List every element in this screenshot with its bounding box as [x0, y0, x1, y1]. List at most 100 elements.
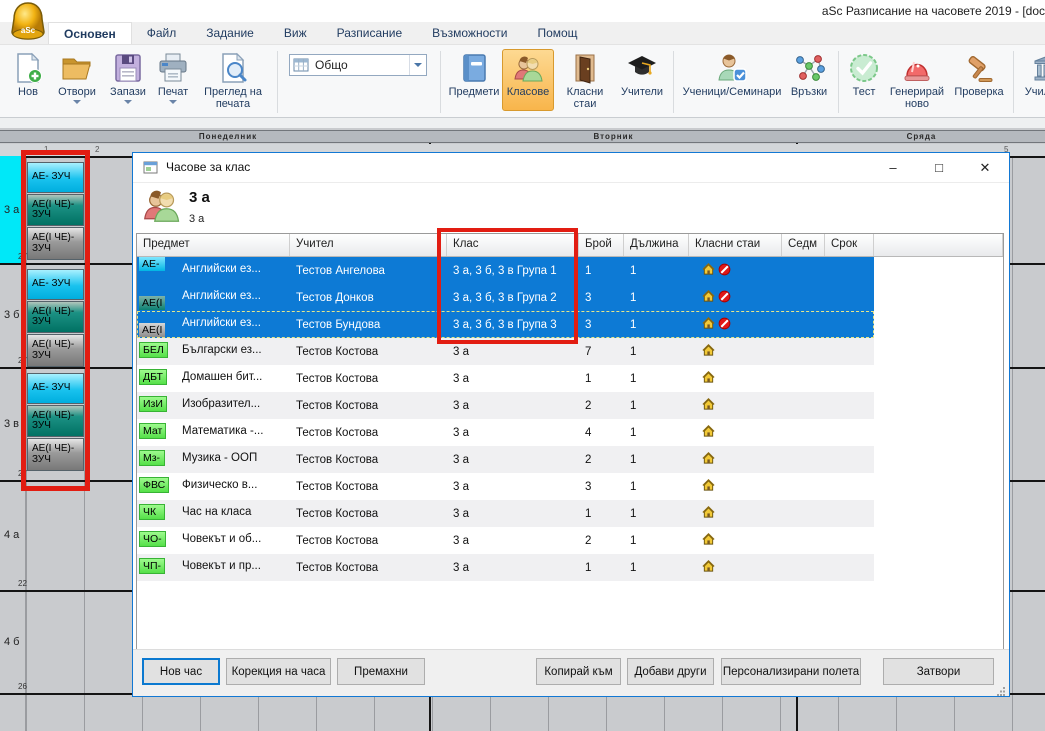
view-combobox[interactable]: Общо	[289, 54, 427, 76]
dialog-window-icon	[143, 160, 159, 176]
maximize-button[interactable]: □	[916, 153, 962, 182]
open-folder-icon	[61, 52, 93, 84]
forbidden-icon	[718, 263, 731, 279]
teacher-cell: Тестов Костова	[290, 535, 447, 547]
app-window: aSc Разписание на часовете 2019 - [doc a…	[0, 0, 1045, 731]
dialog-header: 3 а 3 а	[133, 183, 1009, 233]
classrooms-cell	[689, 317, 782, 333]
toolbar-ribbon: НовОтвориЗапазиПечатПреглед на печата Общ…	[0, 45, 1045, 118]
class-cell: 3 а	[447, 373, 579, 385]
length-cell: 1	[624, 508, 689, 520]
table-row[interactable]: ФВСФизическо в...Тестов Костова3 а31	[137, 473, 874, 500]
home-icon	[702, 452, 715, 468]
dropdown-arrow-icon[interactable]	[124, 100, 132, 104]
column-header[interactable]: Срок	[825, 234, 874, 256]
toolbar-button[interactable]: Училище	[1019, 49, 1045, 111]
new-document-icon	[12, 52, 44, 84]
column-header[interactable]: Предмет	[137, 234, 290, 256]
dialog-titlebar[interactable]: Часове за клас –□✕	[133, 153, 1009, 183]
menu-tab[interactable]: Файл	[132, 22, 192, 44]
column-header[interactable]: Класни стаи	[689, 234, 782, 256]
dialog-button[interactable]: Нов час	[142, 658, 220, 685]
column-header-filler	[874, 234, 1003, 256]
teacher-cell: Тестов Костова	[290, 481, 447, 493]
table-row[interactable]: ДБТДомашен бит...Тестов Костова3 а11	[137, 365, 874, 392]
table-row[interactable]: ЧП-Човекът и пр...Тестов Костова3 а11	[137, 554, 874, 581]
resize-grip[interactable]	[996, 683, 1006, 693]
toolbar-button[interactable]: Класни стаи	[554, 49, 616, 111]
menu-tab[interactable]: Разписание	[322, 22, 418, 44]
subject-cell: ДБТДомашен бит...	[137, 365, 290, 392]
class-cell: 3 а	[447, 427, 579, 439]
home-icon	[702, 560, 715, 576]
menu-tab[interactable]: Възможности	[417, 22, 522, 44]
print-icon	[157, 52, 189, 84]
home-icon	[702, 398, 715, 414]
dialog-button[interactable]: Затвори	[883, 658, 994, 685]
toolbar-separator	[440, 51, 441, 113]
length-cell: 1	[624, 373, 689, 385]
toolbar-button[interactable]: Генерирай ново	[884, 49, 950, 111]
asc-bell-logo-icon[interactable]: aSc	[7, 1, 49, 45]
combobox-dropdown-icon[interactable]	[409, 55, 426, 75]
toolbar-button[interactable]: Отвори	[50, 49, 104, 111]
classrooms-cell	[689, 506, 782, 522]
toolbar-button[interactable]: Предмети	[446, 49, 502, 111]
table-row[interactable]: ИзИИзобразител...Тестов Костова3 а21	[137, 392, 874, 419]
toolbar-button[interactable]: Учители	[616, 49, 668, 111]
subject-name: Час на класа	[182, 506, 251, 518]
subject-cell: АЕ(IАнглийски ез...	[137, 284, 290, 311]
dialog-class-name: 3 а	[189, 189, 210, 206]
toolbar-button[interactable]: Връзки	[785, 49, 833, 111]
subject-cell: МатМатематика -...	[137, 419, 290, 446]
menu-tab[interactable]: Задание	[191, 22, 269, 44]
class-row-label[interactable]: 4 б	[0, 590, 26, 693]
dialog-button[interactable]: Добави други	[627, 658, 714, 685]
subjects-book-icon	[458, 52, 490, 84]
students-icon	[716, 52, 748, 84]
toolbar-button[interactable]: Тест	[844, 49, 884, 111]
table-row[interactable]: Мз-Музика - ООПТестов Костова3 а21	[137, 446, 874, 473]
toolbar-button[interactable]: Ученици/Семинари	[679, 49, 785, 111]
column-header[interactable]: Брой	[579, 234, 624, 256]
dialog-button[interactable]: Корекция на часа	[226, 658, 331, 685]
menu-tab[interactable]: Основен	[48, 22, 132, 44]
test-check-icon	[848, 52, 880, 84]
dropdown-arrow-icon[interactable]	[169, 100, 177, 104]
column-header[interactable]: Учител	[290, 234, 447, 256]
classrooms-cell	[689, 344, 782, 360]
view-combobox-value: Общо	[315, 58, 409, 72]
dialog-button[interactable]: Копирай към	[536, 658, 621, 685]
table-row[interactable]: ЧКЧас на класаТестов Костова3 а11	[137, 500, 874, 527]
column-header[interactable]: Седм	[782, 234, 825, 256]
column-header[interactable]: Дължина	[624, 234, 689, 256]
classrooms-cell	[689, 263, 782, 279]
classrooms-cell	[689, 425, 782, 441]
toolbar-button[interactable]: Нов	[6, 49, 50, 111]
count-cell: 3	[579, 319, 624, 331]
table-row[interactable]: ЧО-Човекът и об...Тестов Костова3 а21	[137, 527, 874, 554]
toolbar-button[interactable]: Преглед на печата	[194, 49, 272, 111]
minimize-button[interactable]: –	[870, 153, 916, 182]
menu-tab[interactable]: Виж	[269, 22, 322, 44]
subject-name: Физическо в...	[182, 479, 257, 491]
dropdown-arrow-icon[interactable]	[73, 100, 81, 104]
subject-name: Английски ез...	[182, 290, 261, 302]
count-cell: 2	[579, 454, 624, 466]
toolbar-button[interactable]: Запази	[104, 49, 152, 111]
dialog-button[interactable]: Премахни	[337, 658, 425, 685]
menu-tab[interactable]: Помощ	[522, 22, 592, 44]
toolbar-button[interactable]: Печат	[152, 49, 194, 111]
toolbar-button[interactable]: Проверка	[950, 49, 1008, 111]
length-cell: 1	[624, 454, 689, 466]
toolbar-button[interactable]: Класове	[502, 49, 554, 111]
home-icon	[702, 317, 715, 333]
classrooms-cell	[689, 479, 782, 495]
titlebar: aSc Разписание на часовете 2019 - [doc	[0, 0, 1045, 22]
class-row-label[interactable]: 4 а	[0, 480, 26, 590]
close-button[interactable]: ✕	[962, 153, 1008, 182]
subject-name: Български ез...	[182, 344, 262, 356]
table-row[interactable]: МатМатематика -...Тестов Костова3 а41	[137, 419, 874, 446]
dialog-button[interactable]: Персонализирани полета	[721, 658, 861, 685]
length-cell: 1	[624, 319, 689, 331]
